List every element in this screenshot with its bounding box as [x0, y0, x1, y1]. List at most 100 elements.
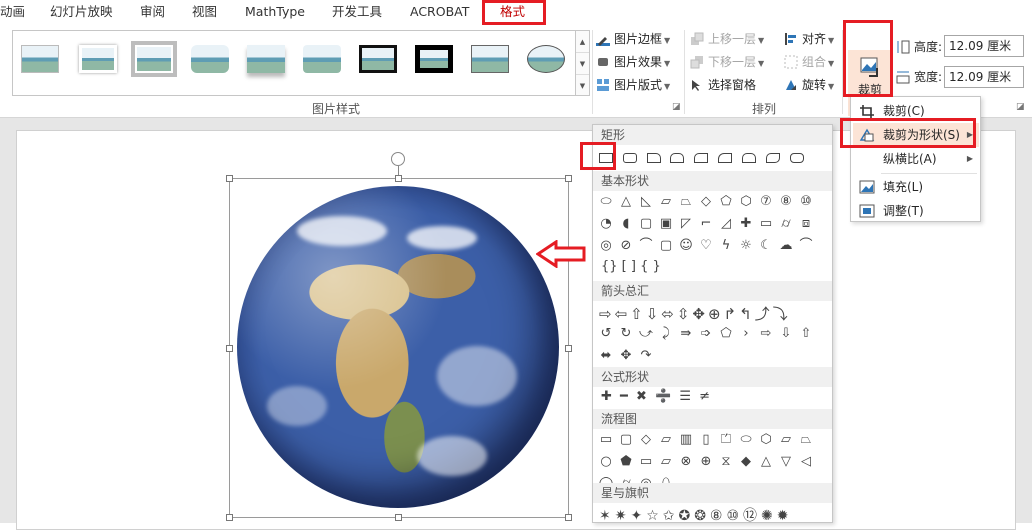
- arc-shape[interactable]: ⌒: [797, 237, 815, 255]
- flowchart-shape[interactable]: ▱: [777, 431, 795, 449]
- sun-shape[interactable]: ☼: [737, 237, 755, 255]
- round-diagonal-shape[interactable]: [764, 149, 782, 167]
- tab-view[interactable]: 视图: [192, 0, 217, 24]
- style-thumb[interactable]: [75, 41, 121, 77]
- style-thumb[interactable]: [243, 41, 289, 77]
- cross-shape[interactable]: ✚: [737, 215, 755, 233]
- flowchart-shape[interactable]: ▭: [637, 453, 655, 471]
- rotate-button[interactable]: 旋转 ▼: [784, 75, 834, 95]
- rounded-rectangle-2-shape[interactable]: [788, 149, 806, 167]
- quad-callout-shape[interactable]: ✥: [617, 347, 635, 365]
- bevel-shape[interactable]: ◎: [597, 237, 615, 255]
- flowchart-shape[interactable]: ○: [597, 453, 615, 471]
- style-thumb[interactable]: [355, 41, 401, 77]
- circular-arrow-shape[interactable]: ↺: [597, 325, 615, 343]
- flowchart-shape[interactable]: ⊕: [697, 453, 715, 471]
- size-dialog-launcher-icon[interactable]: ◪: [1016, 102, 1025, 112]
- style-thumb[interactable]: [187, 41, 233, 77]
- half-frame-shape[interactable]: ◸: [677, 215, 695, 233]
- gallery-more-icon[interactable]: ▼: [576, 75, 589, 97]
- curved-arrow-shape[interactable]: ⤻: [637, 325, 655, 343]
- flowchart-shape[interactable]: ⧖: [717, 453, 735, 471]
- shape-row-brackets[interactable]: {} [ ] { }: [597, 259, 661, 279]
- style-thumb[interactable]: [467, 41, 513, 77]
- heptagon-shape[interactable]: ⑦: [757, 193, 775, 211]
- style-thumb-selected[interactable]: [131, 41, 177, 77]
- tab-developer[interactable]: 开发工具: [332, 0, 382, 24]
- moon-shape[interactable]: ☾: [757, 237, 775, 255]
- pentagon-shape[interactable]: ⬠: [717, 193, 735, 211]
- diagonal-stripe-shape[interactable]: ◿: [717, 215, 735, 233]
- flowchart-shape[interactable]: ▭: [597, 431, 615, 449]
- trapezoid-shape[interactable]: ⏢: [677, 193, 695, 211]
- style-thumb[interactable]: [411, 41, 457, 77]
- pie-shape[interactable]: ◔: [597, 215, 615, 233]
- menu-item-crop-to-shape[interactable]: 裁剪为形状(S) ▶: [853, 123, 979, 147]
- flowchart-shape[interactable]: ▱: [657, 431, 675, 449]
- flowchart-shape[interactable]: ⏢: [797, 431, 815, 449]
- tab-animation[interactable]: 动画: [0, 0, 25, 24]
- align-button[interactable]: 对齐 ▼: [784, 29, 834, 49]
- resize-handle[interactable]: [395, 175, 402, 182]
- flowchart-shape[interactable]: ◁: [797, 453, 815, 471]
- flowchart-shape[interactable]: ⬭: [737, 431, 755, 449]
- can-shape[interactable]: ⌭: [777, 215, 795, 233]
- rotate-handle-icon[interactable]: [391, 152, 405, 166]
- frame-shape[interactable]: ▣: [657, 215, 675, 233]
- octagon-shape[interactable]: ⑧: [777, 193, 795, 211]
- flowchart-shape[interactable]: ⬟: [617, 453, 635, 471]
- striped-arrow-shape[interactable]: ⇛: [677, 325, 695, 343]
- snip-diagonal-shape[interactable]: [692, 149, 710, 167]
- no-symbol-shape[interactable]: ⌒: [637, 237, 655, 255]
- picture-effects-button[interactable]: 图片效果 ▼: [596, 52, 670, 72]
- flowchart-shape[interactable]: ◇: [637, 431, 655, 449]
- flowchart-shape[interactable]: △: [757, 453, 775, 471]
- rounded-rectangle-shape[interactable]: [621, 149, 639, 167]
- menu-item-fill[interactable]: 填充(L): [853, 175, 979, 199]
- tab-mathtype[interactable]: MathType: [245, 0, 305, 24]
- u-turn-shape[interactable]: ⤸: [657, 325, 675, 343]
- flowchart-shape[interactable]: ⬡: [757, 431, 775, 449]
- scroll-down-icon[interactable]: ▼: [576, 53, 589, 75]
- width-input[interactable]: 12.09 厘米: [944, 66, 1024, 88]
- shape-row-stars[interactable]: ✶✷✦☆✩✪❂⑧⑩⑫✺✹: [597, 505, 793, 525]
- picture-layout-button[interactable]: 图片版式 ▼: [596, 75, 670, 95]
- resize-handle[interactable]: [565, 514, 572, 521]
- menu-item-fit[interactable]: 调整(T): [853, 199, 979, 223]
- style-thumb[interactable]: [17, 41, 63, 77]
- callout-arrow-2-shape[interactable]: ⇩: [777, 325, 795, 343]
- selection-pane-button[interactable]: 选择窗格: [690, 75, 756, 95]
- callout-arrow-shape[interactable]: ⇨: [757, 325, 775, 343]
- cube-shape[interactable]: ⧈: [797, 215, 815, 233]
- flowchart-shape[interactable]: ▯: [697, 431, 715, 449]
- callout-arrow-3-shape[interactable]: ⇧: [797, 325, 815, 343]
- triangle-shape[interactable]: △: [617, 193, 635, 211]
- parallelogram-shape[interactable]: ▱: [657, 193, 675, 211]
- resize-handle[interactable]: [395, 514, 402, 521]
- scroll-up-icon[interactable]: ▲: [576, 31, 589, 53]
- right-triangle-shape[interactable]: ◺: [637, 193, 655, 211]
- circular-arrow-2-shape[interactable]: ↻: [617, 325, 635, 343]
- resize-handle[interactable]: [565, 175, 572, 182]
- tab-review[interactable]: 审阅: [140, 0, 165, 24]
- circular-arrow-3-shape[interactable]: ↷: [637, 347, 655, 365]
- tab-acrobat[interactable]: ACROBAT: [410, 0, 469, 24]
- shape-row-arrows[interactable]: ⇨⇦⇧⇩⬄⇳✥⊕↱↰⤴⤵: [597, 303, 791, 323]
- shape-row-equation[interactable]: ✚ ━ ✖ ➗ ☰ ≠: [597, 389, 712, 409]
- resize-handle[interactable]: [226, 345, 233, 352]
- flowchart-shape[interactable]: ▥: [677, 431, 695, 449]
- folded-corner-shape[interactable]: ☺: [677, 237, 695, 255]
- flowchart-shape[interactable]: ▱: [657, 453, 675, 471]
- decagon-shape[interactable]: ⑩: [797, 193, 815, 211]
- resize-handle[interactable]: [226, 514, 233, 521]
- tab-slideshow[interactable]: 幻灯片放映: [50, 0, 113, 24]
- earth-image[interactable]: [237, 186, 559, 508]
- block-arc-shape[interactable]: ▢: [657, 237, 675, 255]
- snip-corner-rectangle-shape[interactable]: [645, 149, 663, 167]
- style-thumb[interactable]: [299, 41, 345, 77]
- pentagon-arrow-shape[interactable]: ⬠: [717, 325, 735, 343]
- style-thumb[interactable]: [523, 41, 569, 77]
- flowchart-shape[interactable]: ⏍: [717, 431, 735, 449]
- snip-same-side-shape[interactable]: [668, 149, 686, 167]
- round-corner-shape[interactable]: [716, 149, 734, 167]
